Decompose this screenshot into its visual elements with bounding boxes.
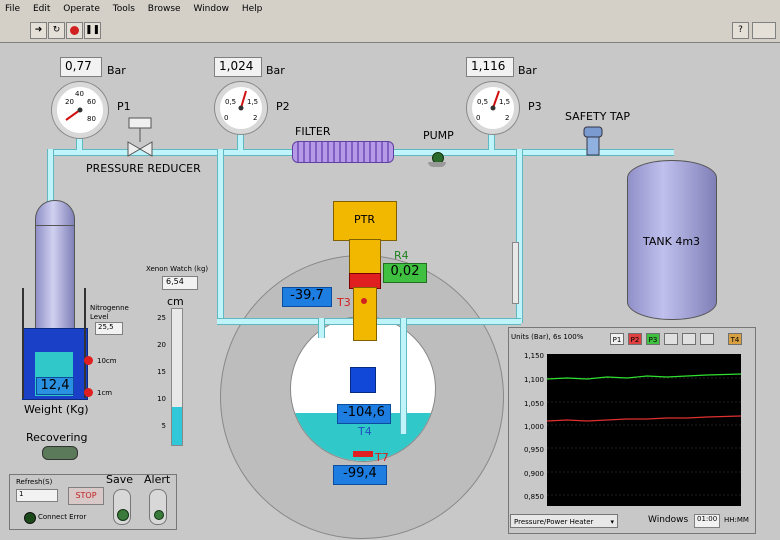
save-toggle[interactable] [113, 489, 131, 525]
t3-readout: -39,7 [282, 287, 332, 307]
p2-gauge: 0,5 1,5 0 2 [215, 82, 267, 134]
recovering-led[interactable] [42, 446, 78, 460]
menu-operate[interactable]: Operate [58, 0, 105, 14]
cm-scale: 25 20 15 10 5 [157, 314, 166, 430]
loop-valve [512, 242, 519, 304]
p3-readout: 1,116 [466, 57, 514, 77]
pressure-reducer-icon[interactable] [126, 116, 156, 160]
graph-btn-6[interactable] [700, 333, 714, 345]
graph-btn-p1[interactable]: P1 [610, 333, 624, 345]
menu-edit[interactable]: Edit [28, 0, 55, 14]
refresh-label: Refresh(S) [16, 478, 53, 486]
p3-label: P3 [528, 100, 542, 113]
p2-readout: 1,024 [214, 57, 262, 77]
menu-file[interactable]: File [0, 0, 25, 14]
menu-help[interactable]: Help [237, 0, 268, 14]
tank-label: TANK 4m3 [643, 235, 701, 248]
xenon-readout: 6,54 [162, 276, 198, 290]
weight-readout: 12,4 [36, 377, 74, 395]
vi-icon [752, 22, 776, 39]
save-label: Save [106, 473, 134, 486]
graph-title: Units (Bar), 6s 100% [511, 333, 584, 341]
t7-heater-icon [353, 451, 373, 457]
chevron-down-icon: ▾ [610, 518, 614, 526]
t3-label: T3 [337, 296, 351, 309]
t3-sensor-icon [361, 298, 367, 304]
nitrogen-label: Nitrogenne Level [90, 304, 129, 321]
safety-tap-label: SAFETY TAP [565, 110, 630, 123]
p1-unit: Bar [107, 64, 126, 77]
t4-label: T4 [358, 425, 372, 438]
level-1cm-label: 1cm [97, 389, 113, 397]
level-10cm-label: 10cm [97, 357, 117, 365]
menu-tools[interactable]: Tools [108, 0, 140, 14]
ptr-label: PTR [354, 213, 375, 226]
connect-error-label: Connect Error [38, 513, 87, 521]
connect-error-led [24, 512, 36, 524]
p1-readout: 0,77 [60, 57, 102, 77]
stop-button[interactable]: STOP [68, 487, 104, 505]
p3-gauge: 0,5 1,5 0 2 [467, 82, 519, 134]
menu-browse[interactable]: Browse [143, 0, 186, 14]
pressure-reducer-label: PRESSURE REDUCER [86, 162, 201, 175]
safety-tap-icon[interactable] [582, 125, 604, 157]
inner-pipe-right [400, 318, 407, 434]
filter-icon [292, 141, 394, 163]
xenon-level-bar [171, 308, 183, 446]
graph-btn-4[interactable] [664, 333, 678, 345]
xenon-label: Xenon Watch (kg) [146, 265, 209, 273]
menu-window[interactable]: Window [188, 0, 234, 14]
graph-btn-p2[interactable]: P2 [628, 333, 642, 345]
menu-bar: File Edit Operate Tools Browse Window He… [0, 0, 780, 20]
t7-label: T7 [375, 451, 389, 464]
nitrogen-readout: 25,5 [95, 322, 123, 335]
left-loop-pipe [217, 149, 224, 323]
windows-unit: HH:MM [724, 516, 749, 524]
run-arrow-icon[interactable]: ➜ [30, 22, 47, 39]
recovering-label: Recovering [26, 431, 88, 444]
windows-input[interactable]: 01:00 [694, 514, 720, 528]
run-continuous-icon[interactable]: ↻ [48, 22, 65, 39]
alert-label: Alert [144, 473, 171, 486]
p1-label: P1 [117, 100, 131, 113]
graph-plot [547, 354, 741, 506]
graph-btn-p3[interactable]: P3 [646, 333, 660, 345]
level-10cm-led [84, 356, 93, 365]
pump-label: PUMP [423, 129, 454, 142]
weight-label: Weight (Kg) [24, 403, 89, 416]
p1-gauge: 20 40 60 80 [52, 82, 108, 138]
xenon-cell [350, 367, 376, 393]
graph-y-axis: 1,150 1,100 1,050 1,000 0,950 0,900 0,85… [523, 352, 544, 501]
toolbar: ➜ ↻ ❚❚ ? [0, 20, 780, 43]
level-1cm-led [84, 388, 93, 397]
alert-toggle[interactable] [149, 489, 167, 525]
graph-select[interactable]: Pressure/Power Heater ▾ [510, 514, 618, 528]
help-button[interactable]: ? [732, 22, 749, 39]
t7-readout: -99,4 [333, 465, 387, 485]
graph-btn-t4[interactable]: T4 [728, 333, 742, 345]
filter-label: FILTER [295, 125, 331, 138]
ptr-coldhead [353, 287, 377, 341]
graph-btn-5[interactable] [682, 333, 696, 345]
abort-icon[interactable] [66, 22, 83, 39]
graph-buttons: P1 P2 P3 T4 [608, 330, 748, 346]
t4-readout: -104,6 [337, 404, 391, 424]
p3-unit: Bar [518, 64, 537, 77]
pause-icon[interactable]: ❚❚ [84, 22, 101, 39]
inner-pipe-left [318, 318, 325, 338]
r4-label: R4 [394, 249, 409, 262]
refresh-input[interactable]: 1 [16, 489, 58, 502]
p2-label: P2 [276, 100, 290, 113]
windows-label: Windows [648, 515, 689, 525]
p2-unit: Bar [266, 64, 285, 77]
cm-label: cm [167, 295, 184, 308]
r4-readout: 0,02 [383, 263, 427, 283]
